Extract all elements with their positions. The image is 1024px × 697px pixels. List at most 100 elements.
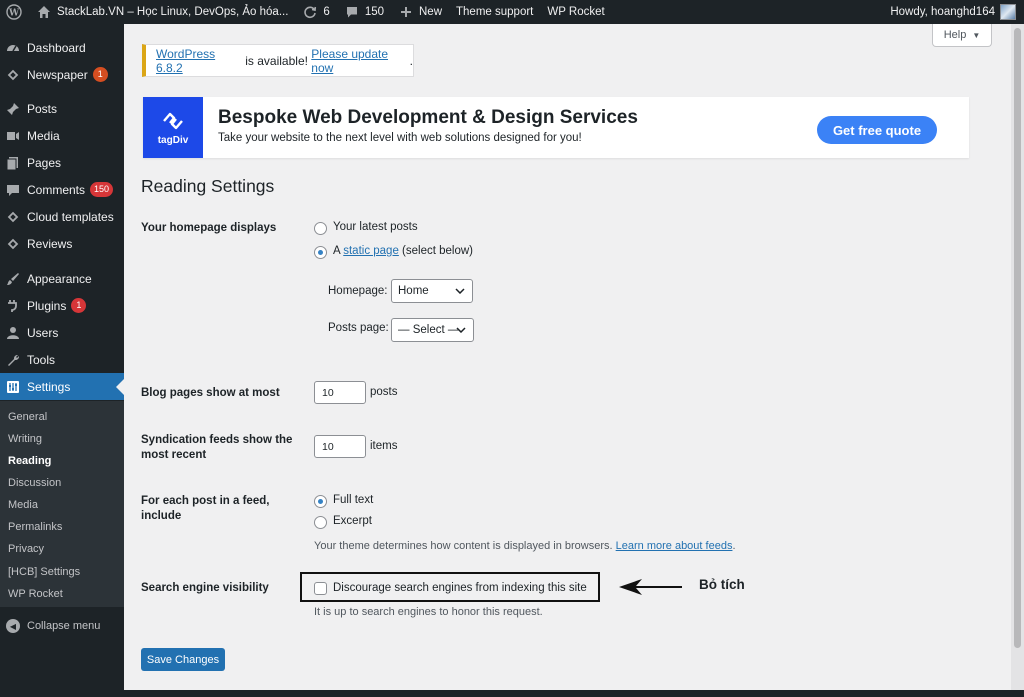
menu-label: Plugins [27,298,67,313]
feed-desc-text: Your theme determines how content is dis… [314,540,616,552]
plugins-badge: 1 [71,298,87,313]
cloud-templates-icon [6,210,20,224]
menu-pages[interactable]: Pages [0,149,124,176]
theme-support-link[interactable]: Theme support [449,0,540,24]
collapse-menu-button[interactable]: ◀ Collapse menu [0,616,124,636]
submenu-media[interactable]: Media [8,499,38,511]
menu-label: Newspaper [27,67,88,82]
update-now-link[interactable]: Please update now [311,47,409,75]
menu-reviews[interactable]: Reviews [0,230,124,257]
user-icon [6,326,20,340]
dashboard-icon [6,41,20,55]
scrollbar-thumb[interactable] [1014,28,1021,648]
page-title: Reading Settings [141,176,275,196]
menu-posts[interactable]: Posts [0,95,124,122]
settings-icon [6,380,20,394]
menu-cloud-templates[interactable]: Cloud templates [0,203,124,230]
submenu-wp-rocket[interactable]: WP Rocket [8,588,63,600]
posts-page-select-label: Posts page: [328,322,389,334]
pages-icon [6,156,20,170]
svg-text:W: W [8,9,20,19]
plugin-icon [6,299,20,313]
discourage-search-label: Discourage search engines from indexing … [333,582,587,594]
brush-icon [6,272,20,286]
collapse-arrow-icon: ◀ [6,619,20,633]
comments-link[interactable]: 150 [337,0,391,24]
menu-label: Cloud templates [27,209,114,224]
syndication-label: Syndication feeds show the most recent [141,433,292,463]
my-account-link[interactable]: Howdy, hoanghd164 [883,0,1024,24]
static-page-link[interactable]: static page [343,245,399,257]
chevron-down-icon [455,324,467,336]
updates-count: 6 [323,6,330,18]
wordpress-logo-icon: W [6,4,22,20]
site-name-link[interactable]: StackLab.VN – Học Linux, DevOps, Ảo hóa.… [29,0,295,24]
scrollbar[interactable] [1011,24,1024,690]
collapse-label: Collapse menu [27,620,101,632]
excerpt-radio[interactable] [314,516,327,529]
menu-dashboard[interactable]: Dashboard [0,34,124,61]
learn-more-feeds-link[interactable]: Learn more about feeds [616,540,733,552]
menu-appearance[interactable]: Appearance [0,265,124,292]
howdy-text: Howdy, hoanghd164 [890,6,995,18]
get-free-quote-button[interactable]: Get free quote [817,116,937,144]
menu-tools[interactable]: Tools [0,346,124,373]
static-page-radio[interactable] [314,246,327,259]
wrench-icon [6,353,20,367]
save-changes-button[interactable]: Save Changes [141,648,225,671]
feed-description: Your theme determines how content is dis… [314,540,736,552]
submenu-hcb-settings[interactable]: [HCB] Settings [8,566,80,578]
avatar [1000,4,1016,20]
posts-page-select[interactable]: — Select — [391,318,474,342]
submenu-privacy[interactable]: Privacy [8,543,44,555]
menu-comments[interactable]: Comments 150 [0,176,124,203]
wordpress-logo-button[interactable]: W [0,0,29,24]
help-button[interactable]: Help ▼ [932,24,992,47]
tagdiv-logo: tagDiv [143,97,203,158]
menu-plugins[interactable]: Plugins 1 [0,292,124,319]
full-text-radio[interactable] [314,495,327,508]
chevron-down-icon [454,285,466,297]
menu-media[interactable]: Media [0,122,124,149]
blog-pages-unit: posts [370,386,398,398]
feed-include-label-line2: include [141,510,182,522]
tagdiv-logo-icon [163,112,183,129]
latest-posts-radio[interactable] [314,222,327,235]
new-content-link[interactable]: New [391,0,449,24]
refresh-icon [302,4,318,20]
submenu-general[interactable]: General [8,411,47,423]
blog-pages-input[interactable]: 10 [314,381,366,404]
wp-rocket-link[interactable]: WP Rocket [540,0,611,24]
admin-sidebar: Dashboard Newspaper 1 Posts Media Pages … [0,24,124,697]
menu-label: Reviews [27,236,73,251]
submenu-reading[interactable]: Reading [8,455,51,467]
main-content: Help ▼ WordPress 6.8.2 is available! Ple… [124,24,1011,690]
admin-bar: W StackLab.VN – Học Linux, DevOps, Ảo hó… [0,0,1024,24]
homepage-select[interactable]: Home [391,279,473,303]
site-name: StackLab.VN – Học Linux, DevOps, Ảo hóa.… [57,6,289,18]
homepage-displays-label: Your homepage displays [141,222,277,234]
tagdiv-logo-text: tagDiv [157,134,189,146]
newspaper-icon [6,68,20,82]
submenu-permalinks[interactable]: Permalinks [8,521,62,533]
version-link[interactable]: WordPress 6.8.2 [156,47,242,75]
comment-bubble-icon [344,4,360,20]
submenu-discussion[interactable]: Discussion [8,477,61,489]
media-icon [6,129,20,143]
updates-link[interactable]: 6 [295,0,336,24]
home-icon [36,4,52,20]
menu-users[interactable]: Users [0,319,124,346]
menu-label: Pages [27,155,62,170]
banner-subtitle: Take your website to the next level with… [218,132,582,144]
menu-label: Appearance [27,271,92,286]
menu-label: Dashboard [27,40,86,55]
syndication-input[interactable]: 10 [314,435,366,458]
tagdiv-banner: tagDiv Bespoke Web Development & Design … [143,97,969,158]
menu-newspaper[interactable]: Newspaper 1 [0,61,124,88]
static-suffix: (select below) [398,245,473,257]
menu-settings[interactable]: Settings [0,373,124,400]
settings-submenu: General Writing Reading Discussion Media… [0,401,124,607]
discourage-search-checkbox[interactable] [314,582,327,595]
submenu-writing[interactable]: Writing [8,433,42,445]
menu-label: Posts [27,101,58,116]
